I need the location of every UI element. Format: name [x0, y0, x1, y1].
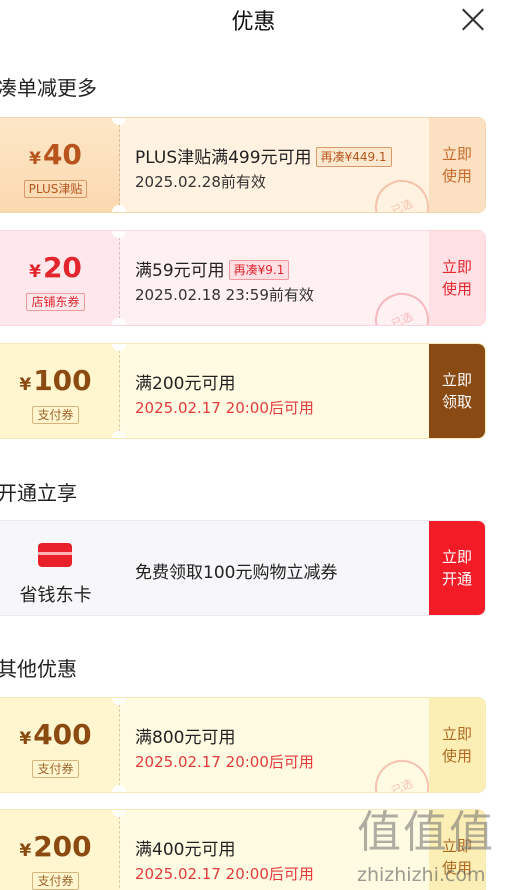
coupon-notch	[112, 344, 126, 351]
coupon-notch	[112, 785, 126, 792]
coupon-notch	[112, 698, 126, 705]
coupon-notch	[112, 810, 126, 817]
coupon-amount: ¥200	[0, 832, 120, 866]
page-title: 优惠	[231, 10, 276, 35]
section-title-vip: 开通立享	[0, 481, 77, 505]
header: 优惠	[0, 0, 507, 42]
coupon-amount-value: 100	[33, 364, 92, 397]
coupon-type-label: 店铺东券	[26, 293, 85, 311]
action-label: 立即使用	[441, 145, 472, 185]
vip-card-offer: 省钱东卡 免费领取100元购物立减券 立即开通	[0, 520, 486, 616]
coupon-validity: 2025.02.18 23:59前有效	[135, 286, 314, 304]
watermark: 值值值 zhizhizhi.com	[357, 808, 507, 890]
vip-offer-text: 免费领取100元购物立减券	[135, 563, 338, 583]
coupon-condition: 满800元可用	[135, 728, 236, 748]
coupon-condition: 满59元可用 再凑¥9.1	[135, 256, 290, 281]
coupon-type-label: 支付券	[32, 872, 79, 890]
watermark-logo: 值值值	[357, 807, 495, 858]
coupon-notch	[112, 205, 126, 212]
coupon-type-badge: 支付券	[0, 758, 120, 778]
coupon-validity: 2025.02.17 20:00后可用	[135, 865, 314, 883]
coupon-divider	[119, 237, 120, 319]
coupon-left-panel: ¥40 PLUS津贴	[0, 118, 120, 212]
coupon-card-plus: ¥40 PLUS津贴 PLUS津贴满499元可用 再凑¥449.1 2025.02…	[0, 117, 486, 213]
coupon-gap-tag: 再凑¥449.1	[315, 147, 392, 167]
currency-symbol: ¥	[19, 729, 32, 749]
card-icon	[38, 543, 72, 567]
currency-symbol: ¥	[29, 262, 41, 282]
coupon-type-badge: 支付券	[0, 870, 120, 890]
coupon-condition: 满400元可用	[135, 840, 236, 860]
use-now-button[interactable]: 立即使用	[429, 231, 485, 325]
action-label: 立即领取	[441, 371, 472, 411]
coupon-divider	[119, 816, 120, 890]
selected-stamp: 已选	[366, 751, 438, 792]
use-now-button[interactable]: 立即使用	[429, 118, 485, 212]
coupon-divider	[119, 124, 120, 206]
coupon-amount-value: 200	[33, 830, 92, 863]
coupon-condition: 满200元可用	[135, 374, 236, 394]
coupon-validity: 2025.02.28前有效	[135, 173, 266, 191]
vip-left-panel: 省钱东卡	[0, 521, 120, 615]
coupon-condition-text: 满59元可用	[135, 261, 225, 281]
coupon-divider	[119, 704, 120, 786]
coupon-card-payment: ¥100 支付券 满200元可用 2025.02.17 20:00后可用 立即领…	[0, 343, 486, 439]
coupon-notch	[112, 118, 126, 125]
section-title-bundle: 凑单减更多	[0, 76, 97, 100]
coupon-left-panel: ¥20 店铺东券	[0, 231, 120, 325]
coupon-notch	[112, 231, 126, 238]
selected-stamp: 已选	[366, 171, 438, 212]
open-now-button[interactable]: 立即开通	[429, 521, 485, 615]
currency-symbol: ¥	[19, 375, 32, 395]
coupon-notch	[112, 431, 126, 438]
coupon-amount-value: 20	[42, 251, 82, 284]
coupon-amount: ¥100	[0, 366, 120, 400]
coupon-type-badge: 支付券	[0, 404, 120, 424]
watermark-text: zhizhizhi.com	[357, 864, 486, 886]
coupon-card-store: ¥20 店铺东券 满59元可用 再凑¥9.1 2025.02.18 23:59前有…	[0, 230, 486, 326]
claim-now-button[interactable]: 立即领取	[429, 344, 485, 438]
currency-symbol: ¥	[19, 841, 32, 861]
action-label: 立即使用	[441, 725, 472, 765]
close-icon[interactable]	[458, 6, 488, 32]
currency-symbol: ¥	[29, 149, 41, 169]
coupon-left-panel: ¥100 支付券	[0, 344, 120, 438]
coupon-validity: 2025.02.17 20:00后可用	[135, 753, 314, 771]
coupon-amount-value: 40	[42, 138, 82, 171]
action-label: 立即使用	[441, 258, 472, 298]
selected-stamp: 已选	[366, 284, 438, 325]
coupon-card-payment: ¥400 支付券 满800元可用 2025.02.17 20:00后可用 已选 …	[0, 697, 486, 793]
coupon-amount: ¥400	[0, 720, 120, 754]
coupon-left-panel: ¥200 支付券	[0, 810, 120, 890]
coupon-amount: ¥40	[0, 140, 120, 174]
coupon-condition-text: PLUS津贴满499元可用	[135, 148, 312, 168]
coupon-left-panel: ¥400 支付券	[0, 698, 120, 792]
section-title-other: 其他优惠	[0, 657, 77, 681]
coupon-condition: PLUS津贴满499元可用 再凑¥449.1	[135, 143, 392, 168]
coupon-type-label: 支付券	[32, 406, 79, 424]
coupon-type-badge: 店铺东券	[0, 291, 120, 311]
coupon-type-badge: PLUS津贴	[0, 178, 120, 198]
coupon-divider	[119, 350, 120, 432]
coupon-amount-value: 400	[33, 718, 92, 751]
action-label: 立即开通	[441, 548, 472, 588]
coupon-amount: ¥20	[0, 253, 120, 287]
coupon-type-label: PLUS津贴	[23, 180, 88, 198]
use-now-button[interactable]: 立即使用	[429, 698, 485, 792]
coupon-validity: 2025.02.17 20:00后可用	[135, 399, 314, 417]
coupon-type-label: 支付券	[32, 760, 79, 778]
coupon-gap-tag: 再凑¥9.1	[228, 260, 290, 280]
coupon-notch	[112, 318, 126, 325]
vip-card-name: 省钱东卡	[19, 585, 92, 606]
